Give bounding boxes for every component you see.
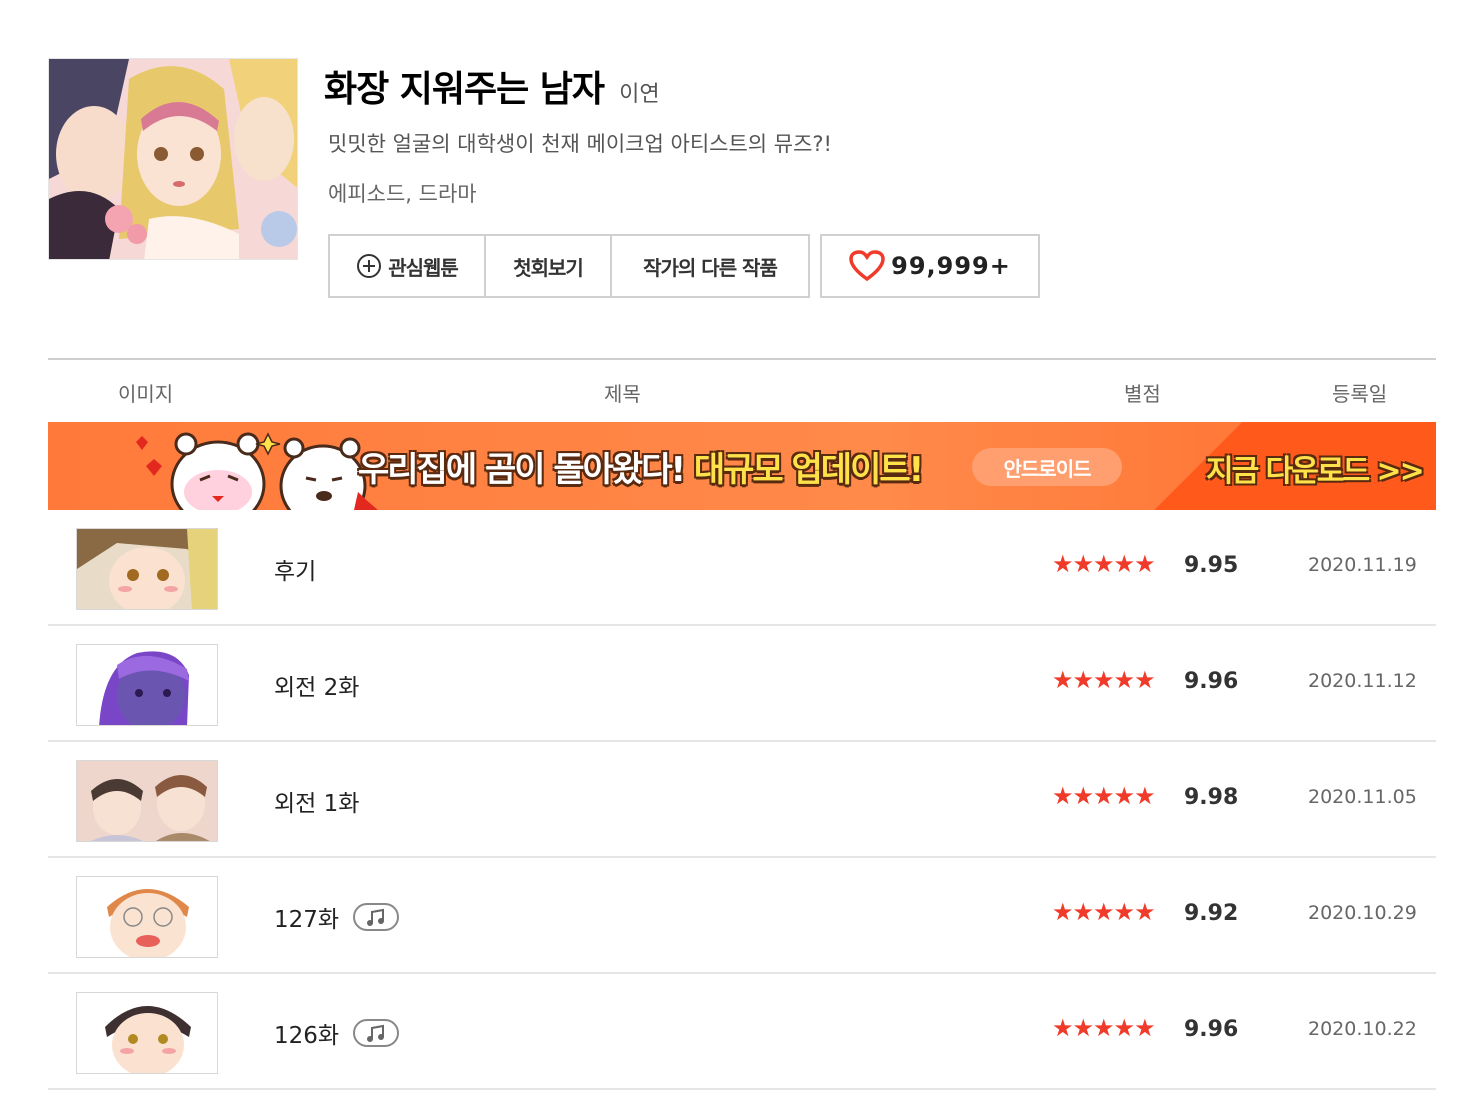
episode-thumbnail[interactable] [76,528,218,610]
episode-thumbnail[interactable] [76,644,218,726]
episode-title[interactable]: 외전 1화 [274,784,359,818]
like-button[interactable]: 99,999+ [820,234,1040,298]
heart-icon [849,250,885,282]
episode-table: 이미지 제목 별점 등록일 우리집에 곰이 돌아왔다! 대규모 업데이트! 안드 [48,358,1436,1090]
episode-date: 2020.11.05 [1308,786,1417,808]
comic-genre: 에피소드, 드라마 [328,182,477,206]
comic-author[interactable]: 이연 [619,82,659,107]
comic-info: 화장 지워주는 남자 이연 밋밋한 얼굴의 대학생이 천재 메이크업 아티스트의… [48,58,1436,308]
android-badge: 안드로이드 [972,448,1122,486]
action-button-group: 관심웹툰 첫회보기 작가의 다른 작품 [328,234,810,298]
episode-title-text: 후기 [274,559,317,585]
episode-title-text: 126화 [274,1023,340,1049]
first-episode-button[interactable]: 첫회보기 [486,236,612,296]
episode-date: 2020.11.19 [1308,554,1417,576]
star-rating-icon: ★★★★★ [1052,666,1156,694]
episode-thumbnail[interactable] [76,992,218,1074]
episode-row[interactable]: 후기 ★★★★★ 9.95 2020.11.19 [48,510,1436,626]
episode-date: 2020.10.22 [1308,1018,1417,1040]
header-title: 제목 [604,382,641,406]
other-works-button-label: 작가의 다른 작품 [643,255,778,280]
episode-title-text: 외전 1화 [274,791,360,817]
favorite-button[interactable]: 관심웹툰 [330,236,486,296]
episode-title[interactable]: 후기 [274,552,316,586]
header-image: 이미지 [118,382,174,406]
first-episode-button-label: 첫회보기 [513,255,584,280]
music-note-icon [353,1019,400,1047]
like-count: 99,999+ [891,252,1011,280]
other-works-button[interactable]: 작가의 다른 작품 [612,236,808,296]
banner-main-text: 우리집에 곰이 돌아왔다! [358,450,686,490]
episode-row[interactable]: 127화 ★★★★★ 9.92 2020.10.29 [48,858,1436,974]
episode-date: 2020.11.12 [1308,670,1417,692]
star-rating-icon: ★★★★★ [1052,1014,1156,1042]
header-rating: 별점 [1124,382,1161,406]
title-line: 화장 지워주는 남자 이연 [324,60,660,112]
episode-date: 2020.10.29 [1308,902,1417,924]
episode-score: 9.96 [1184,669,1239,694]
bear-characters-illustration [136,432,378,510]
episode-title[interactable]: 외전 2화 [274,668,359,702]
episode-row[interactable]: 126화 ★★★★★ 9.96 2020.10.22 [48,974,1436,1090]
episode-score: 9.96 [1184,1017,1239,1042]
episode-score: 9.92 [1184,901,1239,926]
episode-row[interactable]: 외전 1화 ★★★★★ 9.98 2020.11.05 [48,742,1436,858]
star-rating-icon: ★★★★★ [1052,782,1156,810]
episode-thumbnail[interactable] [76,876,218,958]
music-note-icon [353,903,400,931]
episode-title-text: 외전 2화 [274,675,360,701]
comic-synopsis: 밋밋한 얼굴의 대학생이 천재 메이크업 아티스트의 뮤즈?! [328,132,832,156]
banner-headline: 우리집에 곰이 돌아왔다! 대규모 업데이트! [358,442,924,491]
comic-cover-image [48,58,298,260]
table-header: 이미지 제목 별점 등록일 [48,358,1436,422]
header-date: 등록일 [1332,382,1388,406]
favorite-button-label: 관심웹툰 [388,255,459,280]
episode-list: 후기 ★★★★★ 9.95 2020.11.19 외전 2화 ★★★★★ 9.9… [48,510,1436,1090]
episode-title[interactable]: 127화 [274,900,400,934]
comic-title: 화장 지워주는 남자 [324,69,605,110]
episode-title[interactable]: 126화 [274,1016,400,1050]
episode-row[interactable]: 외전 2화 ★★★★★ 9.96 2020.11.12 [48,626,1436,742]
ad-banner[interactable]: 우리집에 곰이 돌아왔다! 대규모 업데이트! 안드로이드 지금 다운로드 >> [48,422,1436,510]
episode-score: 9.98 [1184,785,1239,810]
download-now-link[interactable]: 지금 다운로드 >> [1206,446,1425,490]
star-rating-icon: ★★★★★ [1052,898,1156,926]
banner-highlight-text: 대규모 업데이트! [693,450,924,490]
plus-circle-icon [357,254,382,278]
star-rating-icon: ★★★★★ [1052,550,1156,578]
episode-score: 9.95 [1184,553,1239,578]
episode-title-text: 127화 [274,907,340,933]
episode-thumbnail[interactable] [76,760,218,842]
